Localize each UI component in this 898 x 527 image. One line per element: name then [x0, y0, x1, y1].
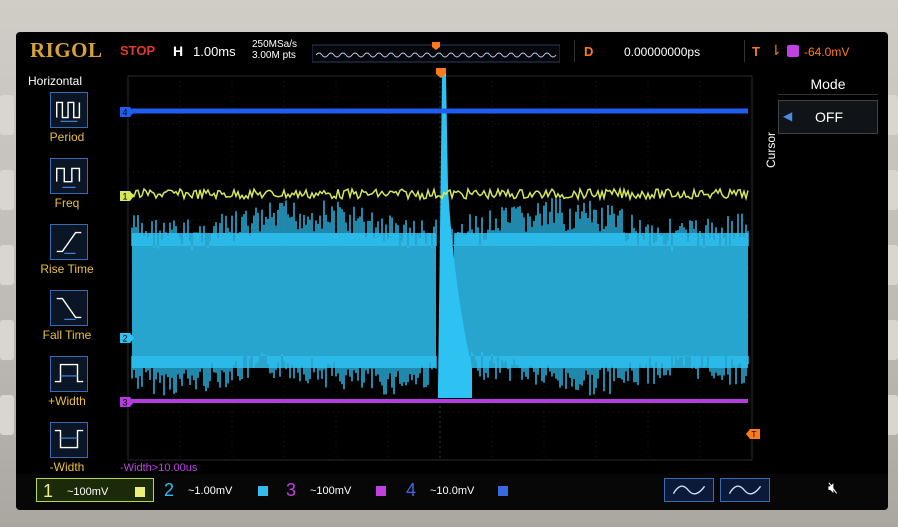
cursor-side-label: Cursor: [764, 131, 778, 168]
menu-item-label: Fall Time: [42, 328, 92, 342]
delay-label: D: [584, 44, 594, 59]
bezel-button-left-5: [0, 395, 14, 435]
menu-item-label: Freq: [54, 196, 80, 210]
channel-1-status[interactable]: 1 ~100mV: [36, 478, 154, 502]
channel-2-noise-band-left: [132, 233, 436, 368]
timebase-value[interactable]: 1.00ms: [193, 44, 236, 59]
negative-width-icon: [50, 422, 88, 458]
memory-depth: 3.00M pts: [252, 50, 296, 61]
measurement-readout: -Width>10.00us: [120, 462, 198, 474]
channel-marker-label: 3: [122, 398, 127, 408]
period-icon: [50, 92, 88, 128]
channel-3-status[interactable]: 3 ~100mV: [280, 478, 398, 502]
menu-item-label: Period: [49, 130, 85, 144]
menu-item-label: Rise Time: [40, 262, 94, 276]
channel-2-noise-band-right: [454, 233, 748, 368]
menu-item-label: -Width: [49, 460, 85, 474]
menu-item-positive-width[interactable]: +Width: [24, 356, 110, 420]
brand-logo: RIGOL: [30, 38, 103, 62]
bezel-button-left-3: [0, 245, 14, 285]
separator: [574, 40, 575, 62]
trigger-label: T: [752, 44, 760, 59]
scope-screen: RIGOL STOP H 1.00ms 250MSa/s 3.00M pts D…: [16, 32, 888, 510]
horizontal-label: H: [173, 43, 184, 59]
menu-item-freq[interactable]: Freq: [24, 158, 110, 222]
channel-scale: ~100mV: [67, 486, 109, 498]
bandwidth-limit-icon: [135, 487, 145, 497]
delay-value[interactable]: 0.00000000ps: [624, 45, 700, 59]
cursor-mode-value: OFF: [815, 109, 843, 125]
bandwidth-limit-icon: [376, 486, 386, 496]
menu-item-fall-time[interactable]: Fall Time: [24, 290, 110, 354]
channel-4-status[interactable]: 4 ~10.0mV: [400, 478, 518, 502]
channel-marker-label: 4: [122, 108, 127, 118]
menu-title: Horizontal: [28, 74, 83, 88]
bezel-button-left-2: [0, 170, 14, 210]
top-status-bar: RIGOL STOP H 1.00ms 250MSa/s 3.00M pts D…: [16, 32, 888, 68]
cursor-mode-title: Mode: [778, 76, 878, 95]
channel-marker-label: 1: [122, 192, 127, 202]
channel-status-bar: 1 ~100mV 2 ~1.00mV 3 ~100mV 4 ~10.0mV 🔇︎: [16, 474, 888, 510]
trigger-source-icon: [787, 45, 799, 57]
cursor-mode-selector[interactable]: ◀ OFF: [778, 100, 878, 134]
menu-item-label: +Width: [48, 394, 86, 408]
waveform-traces: [131, 72, 749, 403]
trigger-level-marker-label: T: [752, 430, 757, 439]
waveform-generator-2-icon[interactable]: [720, 478, 770, 502]
run-state-indicator[interactable]: STOP: [120, 43, 155, 58]
speaker-muted-icon[interactable]: 🔇︎: [828, 480, 838, 498]
menu-item-period[interactable]: Period: [24, 92, 110, 156]
separator: [744, 40, 745, 62]
channel-scale: ~100mV: [310, 485, 352, 497]
channel-number: 4: [406, 480, 417, 500]
channel-2-status[interactable]: 2 ~1.00mV: [158, 478, 276, 502]
bezel-button-left-1: [0, 95, 14, 135]
channel-number: 2: [164, 480, 175, 500]
bezel-button-left-4: [0, 320, 14, 360]
channel-number: 1: [43, 481, 54, 501]
cursor-menu: Cursor Mode ◀ OFF: [760, 68, 888, 468]
waveform-generator-1-icon[interactable]: [664, 478, 714, 502]
bandwidth-limit-icon: [258, 486, 268, 496]
fall-time-icon: [50, 290, 88, 326]
waveform-display[interactable]: 4 1 2 3 T: [120, 68, 760, 468]
positive-width-icon: [50, 356, 88, 392]
memory-overview-strip: [312, 42, 560, 63]
menu-item-rise-time[interactable]: Rise Time: [24, 224, 110, 288]
rise-time-icon: [50, 224, 88, 260]
channel-scale: ~1.00mV: [188, 485, 233, 497]
horizontal-measure-menu: Horizontal Period Freq Rise Time Fall Ti…: [16, 68, 116, 474]
freq-icon: [50, 158, 88, 194]
trigger-slope-icon: ⇂: [770, 42, 782, 58]
channel-number: 3: [286, 480, 297, 500]
sample-rate-info: 250MSa/s 3.00M pts: [252, 39, 297, 61]
channel-marker-label: 2: [122, 334, 127, 344]
sample-rate: 250MSa/s: [252, 39, 298, 50]
channel-scale: ~10.0mV: [430, 485, 475, 497]
bandwidth-limit-icon: [498, 486, 508, 496]
trigger-level[interactable]: -64.0mV: [804, 45, 849, 59]
